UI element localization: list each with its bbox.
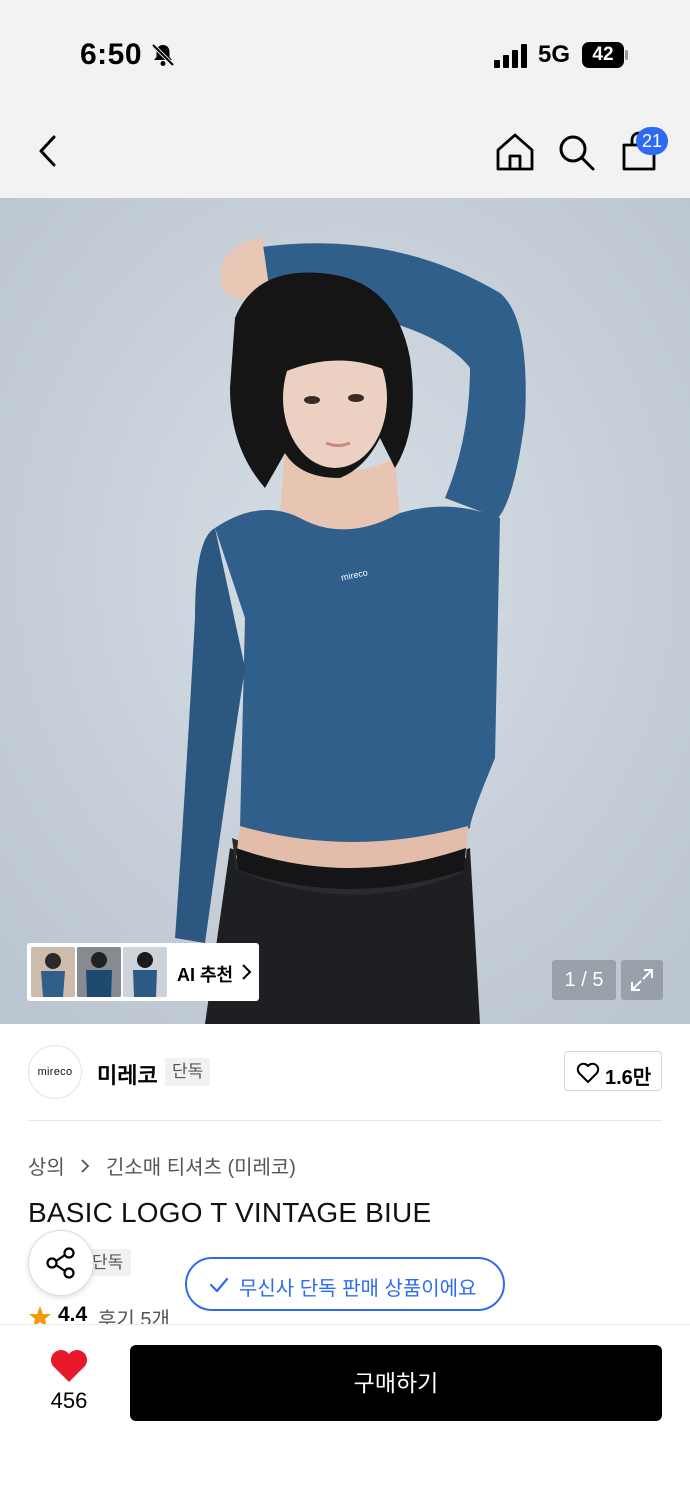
share-icon (46, 1247, 75, 1279)
wish-count: 456 (50, 1388, 88, 1413)
share-button[interactable] (28, 1230, 94, 1296)
expand-icon (631, 969, 653, 991)
recommend-thumb-2 (77, 947, 121, 997)
review-count: 후기 5개 (98, 1309, 170, 1326)
exclusive-badge: 단독 (165, 1058, 211, 1086)
brand-like-button[interactable]: 1.6만 (564, 1051, 662, 1091)
bell-off-icon (151, 43, 175, 67)
check-icon (209, 1277, 229, 1293)
cart-count-badge: 21 (636, 127, 668, 155)
home-icon[interactable] (494, 131, 536, 173)
brand-logo[interactable]: mireco (28, 1045, 82, 1099)
rating-value: 4.4 (58, 1303, 88, 1326)
brand-name[interactable]: 미레코 (97, 1058, 158, 1090)
ai-recommend-button[interactable]: AI 추천 (27, 943, 259, 1001)
breadcrumb-category[interactable]: 상의 (28, 1157, 65, 1179)
breadcrumb: 상의 긴소매 티셔츠 (미레코) (28, 1151, 296, 1180)
ai-recommend-label: AI 추천 (177, 965, 234, 985)
divider (28, 1120, 662, 1121)
fullscreen-button[interactable] (621, 960, 663, 1000)
image-pager: 1 / 5 (552, 960, 616, 1000)
model-photo: mireco (0, 198, 690, 1024)
recommend-thumb-3 (123, 947, 167, 997)
battery-level: 42 (592, 44, 614, 65)
search-icon[interactable] (556, 132, 596, 172)
exclusive-notice-text: 무신사 단독 판매 상품이에요 (239, 1278, 477, 1300)
heart-filled-icon[interactable] (49, 1348, 89, 1384)
brand-like-count: 1.6만 (605, 1067, 652, 1089)
heart-outline-icon (576, 1062, 600, 1083)
rating-row[interactable]: 4.4 후기 5개 (28, 1302, 328, 1326)
top-nav (0, 105, 690, 198)
buy-button[interactable]: 구매하기 (130, 1345, 662, 1421)
status-bar: 6:50 5G 42 (0, 0, 690, 105)
product-image[interactable]: mireco (0, 198, 690, 1024)
network-type: 5G (538, 41, 571, 68)
cellular-signal-icon (494, 44, 527, 68)
product-title: BASIC LOGO T VINTAGE BIUE (28, 1197, 432, 1228)
star-icon (29, 1306, 51, 1326)
recommend-thumb-1 (31, 947, 75, 997)
back-icon[interactable] (30, 133, 66, 169)
status-time: 6:50 (80, 38, 143, 71)
chevron-right-icon (81, 1158, 90, 1173)
breadcrumb-subcategory[interactable]: 긴소매 티셔츠 (미레코) (106, 1157, 296, 1179)
chevron-right-icon (242, 964, 252, 980)
